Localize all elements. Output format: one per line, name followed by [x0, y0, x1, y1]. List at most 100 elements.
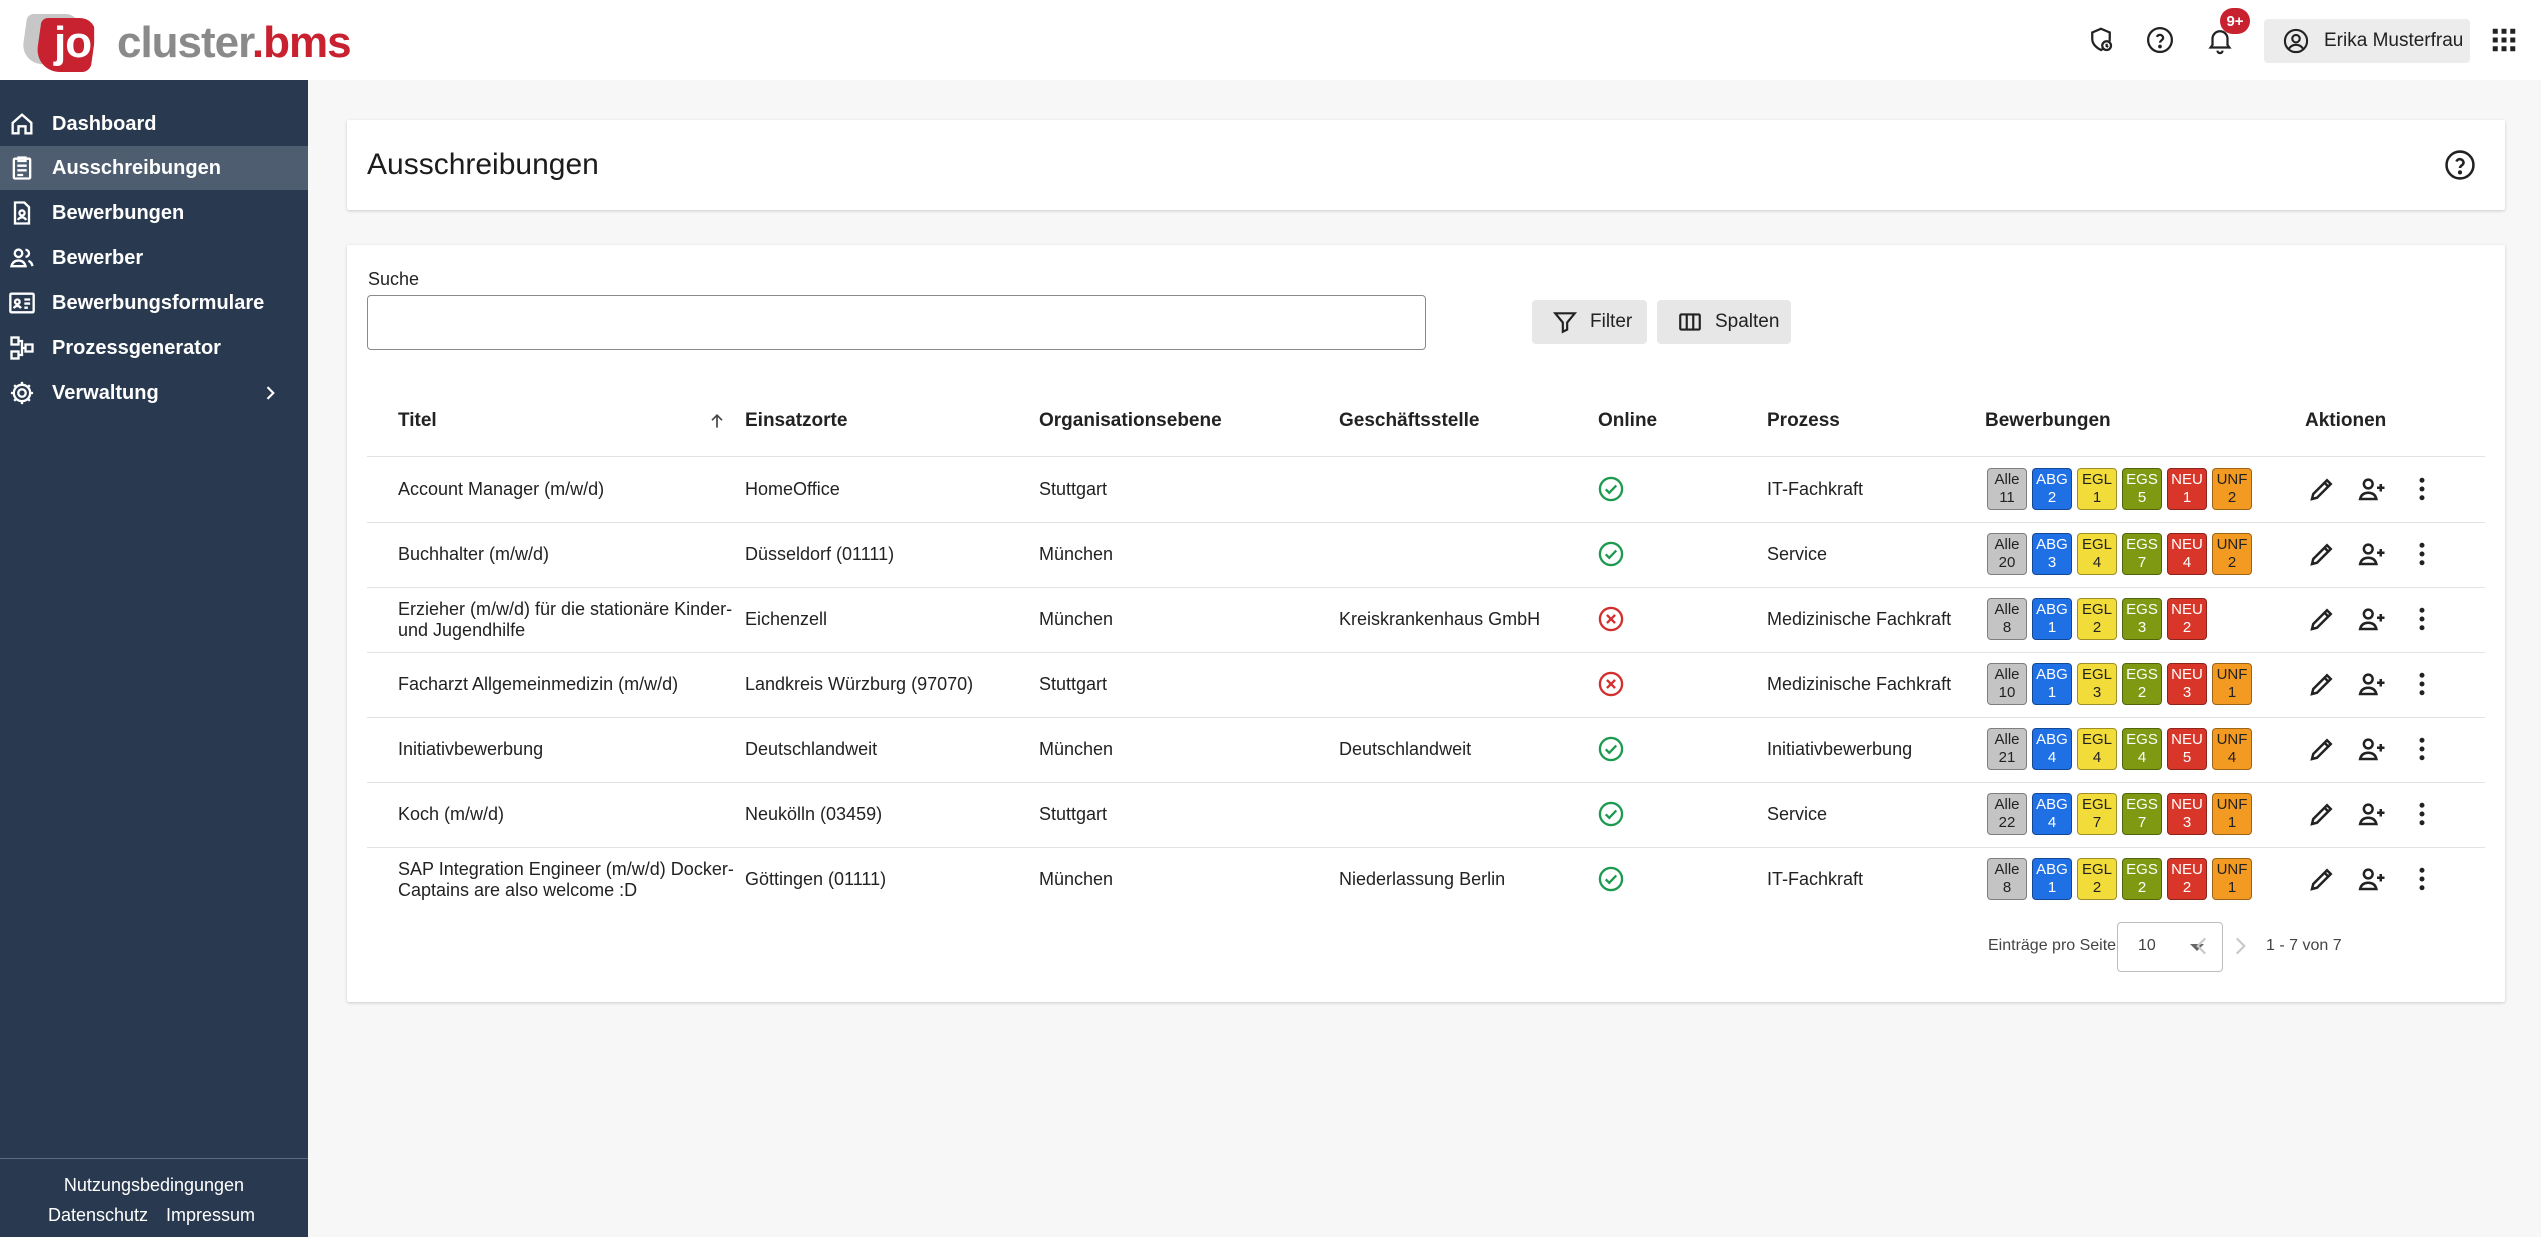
badge-egs[interactable]: EGS 7 [2122, 533, 2162, 575]
badge-egl[interactable]: EGL 2 [2077, 858, 2117, 900]
table-row[interactable]: Initiativbewerbung Deutschlandweit München… [347, 717, 2505, 782]
column-header-prozess[interactable]: Prozess [1767, 410, 1840, 432]
badge-egs[interactable]: EGS 3 [2122, 598, 2162, 640]
badge-abg[interactable]: ABG 1 [2032, 663, 2072, 705]
sidebar-item-bewerbungen[interactable]: Bewerbungen [0, 191, 308, 235]
badge-abg[interactable]: ABG 2 [2032, 468, 2072, 510]
badge-egs[interactable]: EGS 2 [2122, 858, 2162, 900]
column-header-titel[interactable]: Titel [398, 410, 437, 432]
page-help-icon[interactable] [2443, 148, 2477, 182]
more-vertical-icon[interactable] [2407, 864, 2437, 894]
add-person-icon[interactable] [2357, 539, 2387, 569]
badge-unf[interactable]: UNF 2 [2212, 468, 2252, 510]
terms-link[interactable]: Nutzungsbedingungen [0, 1175, 308, 1196]
add-person-icon[interactable] [2357, 864, 2387, 894]
badge-alle[interactable]: Alle 20 [1987, 533, 2027, 575]
add-person-icon[interactable] [2357, 669, 2387, 699]
badge-egs[interactable]: EGS 4 [2122, 728, 2162, 770]
more-vertical-icon[interactable] [2407, 669, 2437, 699]
edit-pencil-icon[interactable] [2307, 799, 2337, 829]
badge-neu[interactable]: NEU 5 [2167, 728, 2207, 770]
table-row[interactable]: Facharzt Allgemeinmedizin (m/w/d) Landkre… [347, 652, 2505, 717]
next-page-icon[interactable] [2227, 933, 2253, 959]
add-person-icon[interactable] [2357, 734, 2387, 764]
status-check-icon[interactable] [2083, 22, 2119, 58]
badge-alle[interactable]: Alle 8 [1987, 598, 2027, 640]
column-header-bewerbungen[interactable]: Bewerbungen [1985, 410, 2111, 432]
more-vertical-icon[interactable] [2407, 539, 2437, 569]
privacy-link[interactable]: Datenschutz [48, 1205, 148, 1226]
badge-neu[interactable]: NEU 2 [2167, 598, 2207, 640]
edit-pencil-icon[interactable] [2307, 539, 2337, 569]
badge-neu[interactable]: NEU 2 [2167, 858, 2207, 900]
badge-unf[interactable]: UNF 1 [2212, 858, 2252, 900]
add-person-icon[interactable] [2357, 799, 2387, 829]
sort-ascending-icon[interactable] [707, 411, 727, 431]
filter-button[interactable]: Filter [1532, 300, 1647, 344]
edit-pencil-icon[interactable] [2307, 604, 2337, 634]
more-vertical-icon[interactable] [2407, 799, 2437, 829]
edit-pencil-icon[interactable] [2307, 474, 2337, 504]
edit-pencil-icon[interactable] [2307, 864, 2337, 894]
edit-pencil-icon[interactable] [2307, 669, 2337, 699]
badge-unf[interactable]: UNF 1 [2212, 663, 2252, 705]
badge-egl[interactable]: EGL 3 [2077, 663, 2117, 705]
columns-button[interactable]: Spalten [1657, 300, 1791, 344]
badge-neu[interactable]: NEU 3 [2167, 793, 2207, 835]
search-input[interactable] [367, 295, 1426, 350]
badge-egl[interactable]: EGL 7 [2077, 793, 2117, 835]
column-header-einsatzorte[interactable]: Einsatzorte [745, 410, 847, 432]
badge-abg[interactable]: ABG 4 [2032, 728, 2072, 770]
table-row[interactable]: Account Manager (m/w/d) HomeOffice Stuttga… [347, 457, 2505, 522]
badge-alle[interactable]: Alle 8 [1987, 858, 2027, 900]
more-vertical-icon[interactable] [2407, 734, 2437, 764]
badge-egl[interactable]: EGL 4 [2077, 728, 2117, 770]
badge-alle[interactable]: Alle 22 [1987, 793, 2027, 835]
table-row[interactable]: SAP Integration Engineer (m/w/d) Docker-… [347, 847, 2505, 912]
table-row[interactable]: Buchhalter (m/w/d) Düsseldorf (01111) Münc… [347, 522, 2505, 587]
badge-egl[interactable]: EGL 2 [2077, 598, 2117, 640]
badge-unf[interactable]: UNF 1 [2212, 793, 2252, 835]
imprint-link[interactable]: Impressum [166, 1205, 255, 1226]
logo[interactable]: jobcluster.bms [20, 8, 352, 72]
help-icon[interactable] [2142, 22, 2178, 58]
notifications-bell-icon[interactable]: 9+ [2202, 8, 2250, 58]
badge-abg[interactable]: ABG 1 [2032, 858, 2072, 900]
add-person-icon[interactable] [2357, 474, 2387, 504]
badge-egs[interactable]: EGS 7 [2122, 793, 2162, 835]
badge-alle[interactable]: Alle 10 [1987, 663, 2027, 705]
more-vertical-icon[interactable] [2407, 604, 2437, 634]
table-row[interactable]: Koch (m/w/d) Neukölln (03459) Stuttgart Ser… [347, 782, 2505, 847]
add-person-icon[interactable] [2357, 604, 2387, 634]
column-header-online[interactable]: Online [1598, 410, 1657, 432]
badge-abg[interactable]: ABG 1 [2032, 598, 2072, 640]
more-vertical-icon[interactable] [2407, 474, 2437, 504]
badge-egs[interactable]: EGS 5 [2122, 468, 2162, 510]
badge-unf[interactable]: UNF 4 [2212, 728, 2252, 770]
badge-abg[interactable]: ABG 3 [2032, 533, 2072, 575]
badge-abg[interactable]: ABG 4 [2032, 793, 2072, 835]
column-header-geschaeftsstelle[interactable]: Geschäftsstelle [1339, 410, 1479, 432]
badge-neu[interactable]: NEU 3 [2167, 663, 2207, 705]
cell-office [1339, 522, 1579, 587]
sidebar-item-dashboard[interactable]: Dashboard [0, 102, 308, 146]
badge-egs[interactable]: EGS 2 [2122, 663, 2162, 705]
badge-unf[interactable]: UNF 2 [2212, 533, 2252, 575]
table-row[interactable]: Erzieher (m/w/d) für die stationäre Kind… [347, 587, 2505, 652]
sidebar-item-bewerbungsformulare[interactable]: Bewerbungsformulare [0, 281, 308, 325]
badge-egl[interactable]: EGL 1 [2077, 468, 2117, 510]
sidebar-item-prozessgenerator[interactable]: Prozessgenerator [0, 326, 308, 370]
badge-neu[interactable]: NEU 1 [2167, 468, 2207, 510]
badge-alle[interactable]: Alle 11 [1987, 468, 2027, 510]
column-header-organisationsebene[interactable]: Organisationsebene [1039, 410, 1222, 432]
edit-pencil-icon[interactable] [2307, 734, 2337, 764]
sidebar-item-ausschreibungen[interactable]: Ausschreibungen [0, 146, 308, 190]
previous-page-icon[interactable] [2189, 933, 2215, 959]
sidebar-item-verwaltung[interactable]: Verwaltung [0, 371, 308, 415]
badge-alle[interactable]: Alle 21 [1987, 728, 2027, 770]
badge-neu[interactable]: NEU 4 [2167, 533, 2207, 575]
user-menu-button[interactable]: Erika Musterfrau [2264, 19, 2470, 63]
apps-grid-icon[interactable] [2486, 22, 2522, 58]
badge-egl[interactable]: EGL 4 [2077, 533, 2117, 575]
sidebar-item-bewerber[interactable]: Bewerber [0, 236, 308, 280]
